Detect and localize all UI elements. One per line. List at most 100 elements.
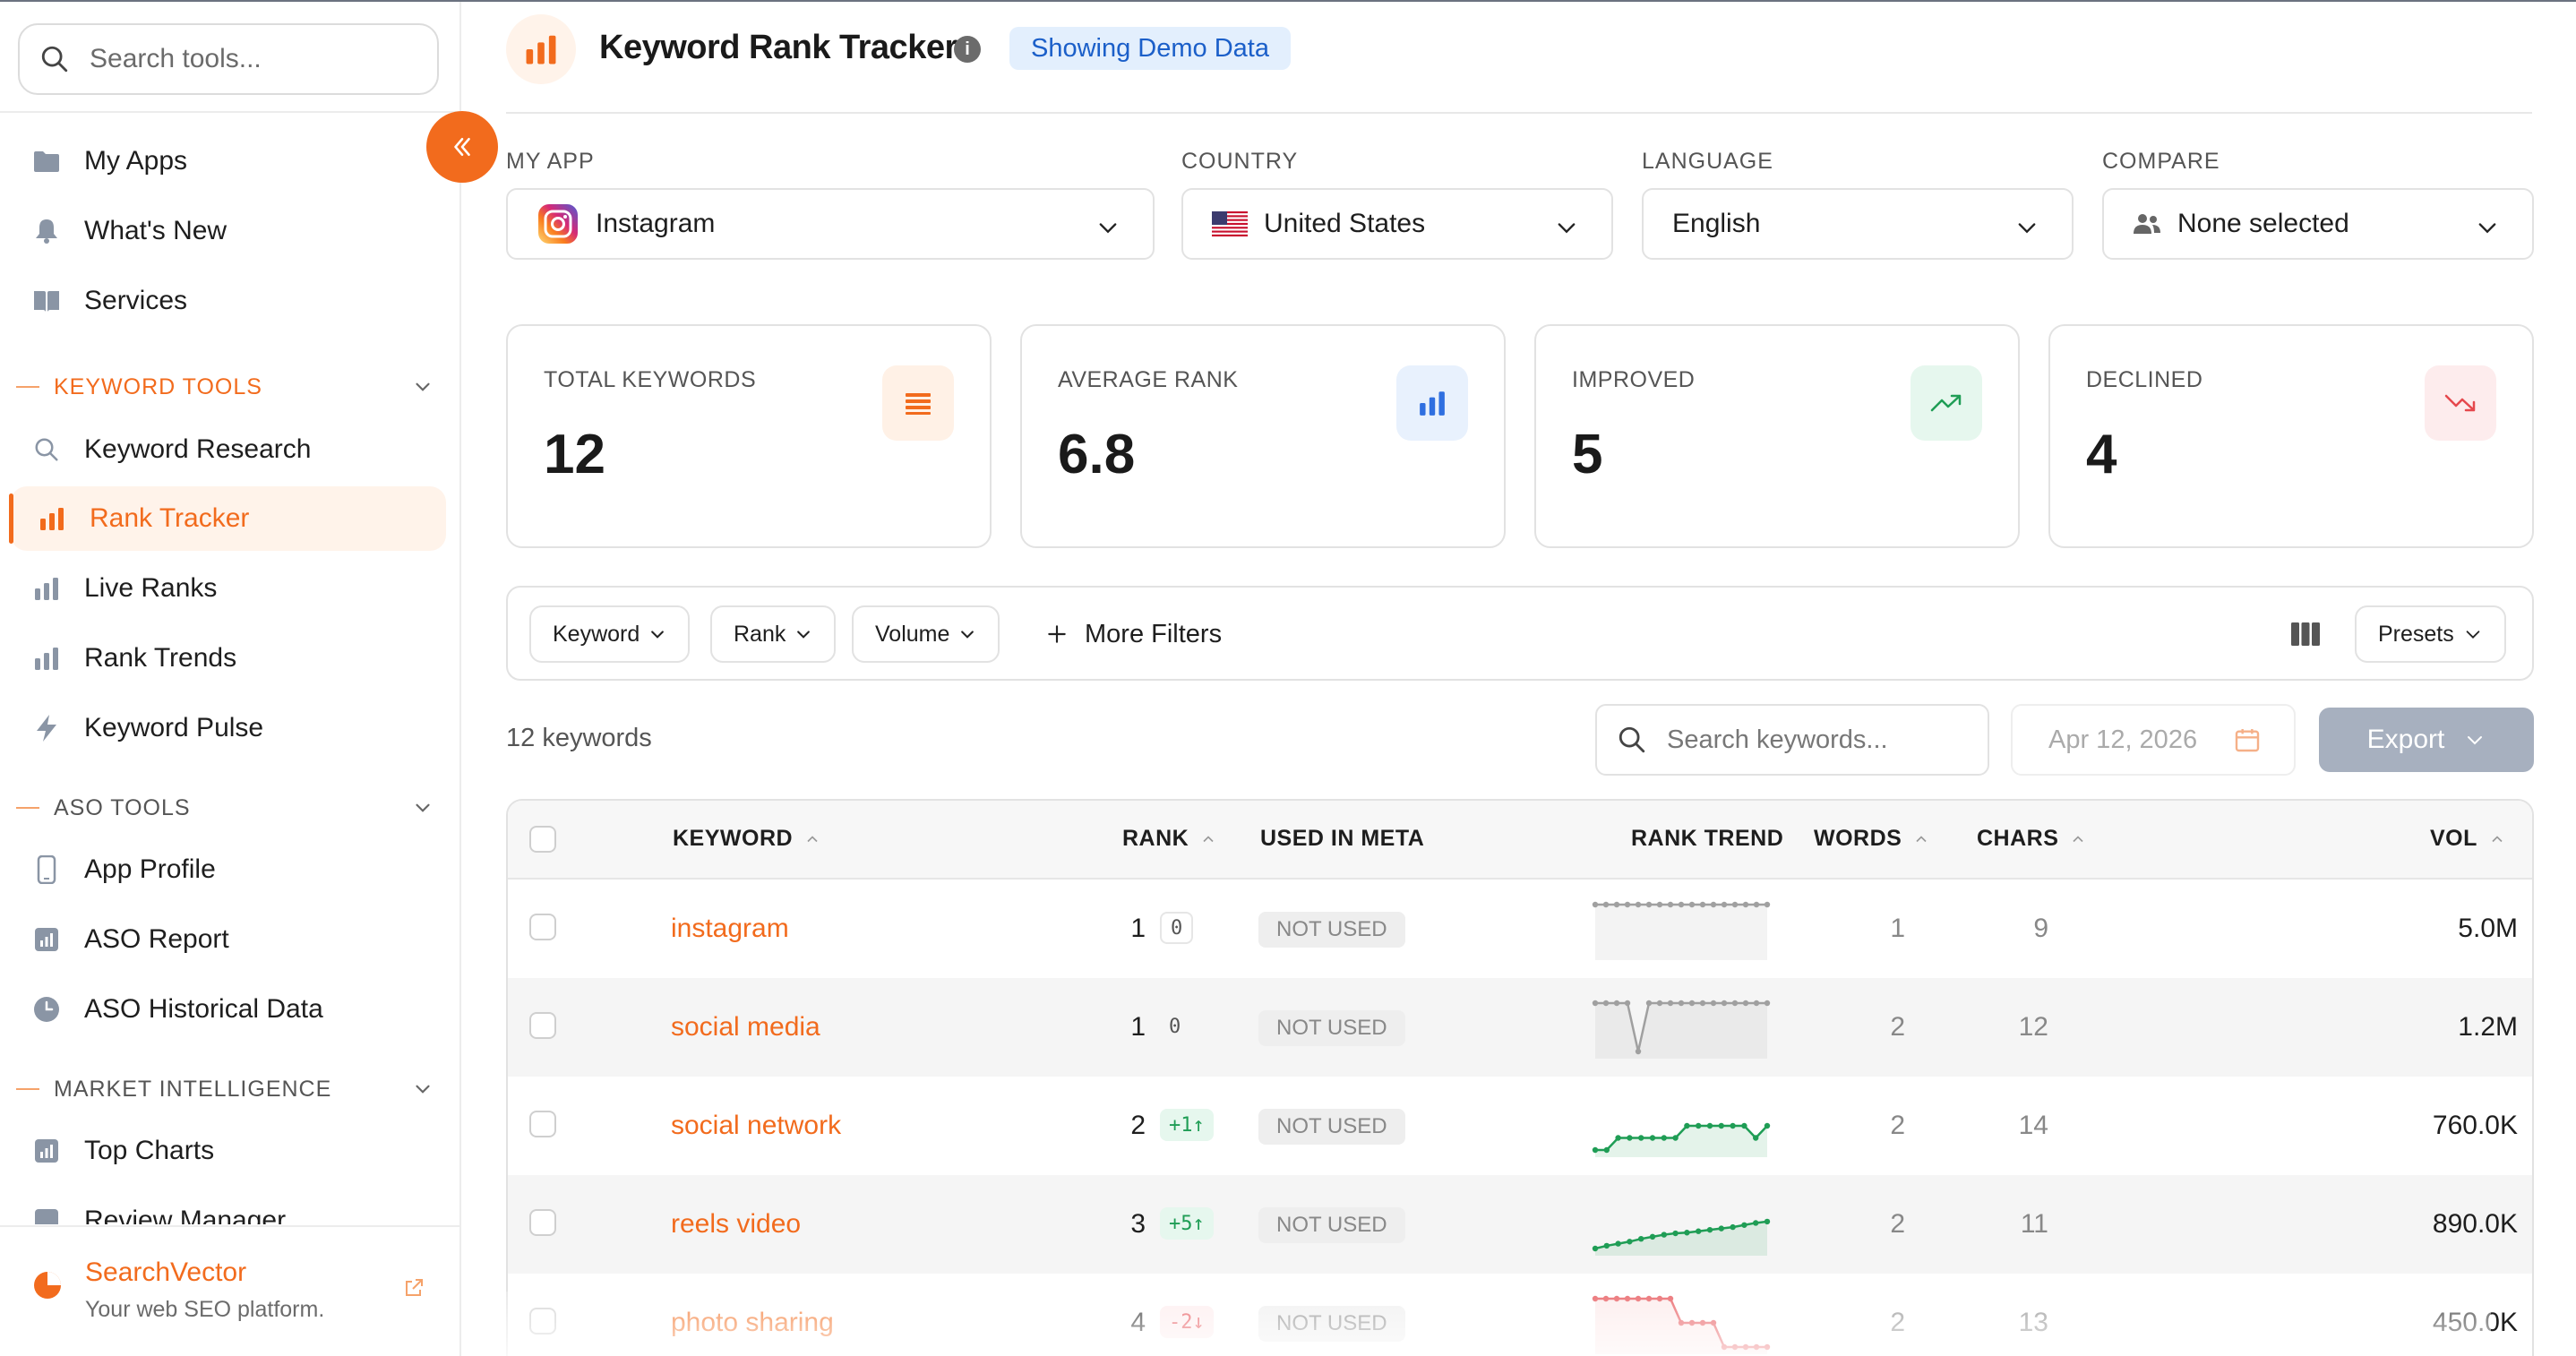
sparkline-point — [1645, 901, 1653, 908]
table-row[interactable]: social network 2 +1↑ NOT USED 2 14 760.0K — [508, 1077, 2532, 1175]
presets-label: Presets — [2378, 621, 2454, 647]
sparkline-point — [1603, 1146, 1610, 1154]
sidebar-item-rank-trends[interactable]: Rank Trends — [0, 626, 461, 691]
sidebar-item-keyword-pulse[interactable]: Keyword Pulse — [0, 696, 461, 760]
sparkline-point — [1696, 1122, 1702, 1129]
filter-keyword-button[interactable]: Keyword — [529, 605, 691, 663]
my-app-select[interactable]: Instagram — [506, 188, 1155, 260]
collapse-sidebar-button[interactable] — [426, 111, 498, 183]
table-row[interactable]: instagram 1 0 NOT USED 1 9 5.0M — [508, 880, 2532, 978]
col-vol[interactable]: VOL — [2430, 826, 2506, 852]
col-chars[interactable]: CHARS — [1977, 826, 2087, 852]
keyword-link[interactable]: social media — [671, 1012, 820, 1043]
row-checkbox[interactable] — [529, 1012, 556, 1039]
list-icon — [882, 365, 954, 441]
sidebar-item-services[interactable]: Services — [0, 269, 461, 333]
search-icon — [32, 435, 61, 464]
rank-change-badge: +5↑ — [1160, 1207, 1214, 1240]
sparkline-point — [1730, 1122, 1736, 1129]
more-filters-button[interactable]: More Filters — [1045, 605, 1222, 663]
columns-icon[interactable] — [2290, 622, 2321, 647]
section-keyword-tools[interactable]: KEYWORD TOOLS — [0, 365, 461, 409]
language-select[interactable]: English — [1642, 188, 2074, 260]
sparkline-point — [1592, 901, 1599, 908]
sparkline-point — [1624, 901, 1631, 908]
col-keyword[interactable]: KEYWORD — [673, 826, 821, 852]
date-picker[interactable]: Apr 12, 2026 — [2011, 704, 2296, 776]
section-aso-tools[interactable]: ASO TOOLS — [0, 785, 461, 830]
sparkline-point — [1613, 1000, 1620, 1007]
stat-card-average-rank: AVERAGE RANK 6.8 — [1020, 324, 1506, 548]
sidebar-item-keyword-research[interactable]: Keyword Research — [0, 417, 461, 482]
select-all-checkbox[interactable] — [529, 826, 556, 853]
sidebar-item-label: Top Charts — [84, 1136, 215, 1165]
rank-change-badge: 0 — [1160, 912, 1194, 944]
sidebar-item-review-manager[interactable]: Review Manager — [0, 1189, 461, 1224]
stat-label: AVERAGE RANK — [1058, 367, 1239, 392]
bar-chart-icon — [32, 644, 61, 673]
sparkline-point — [1753, 901, 1760, 908]
sparkline-point — [1667, 1000, 1674, 1007]
presets-button[interactable]: Presets — [2355, 605, 2506, 663]
page-title: Keyword Rank Tracker — [599, 29, 957, 66]
words-value: 2 — [1890, 1209, 1905, 1239]
table-row[interactable]: reels video 3 +5↑ NOT USED 2 11 890.0K — [508, 1175, 2532, 1274]
row-checkbox[interactable] — [529, 914, 556, 940]
sidebar-item-app-profile[interactable]: App Profile — [0, 837, 461, 902]
col-label: KEYWORD — [673, 826, 794, 851]
sparkline-point — [1603, 1242, 1610, 1249]
sidebar-item-my-apps[interactable]: My Apps — [0, 129, 461, 193]
col-label: VOL — [2430, 826, 2477, 851]
clock-icon — [32, 995, 61, 1024]
sparkline-area — [1595, 1003, 1767, 1059]
sparkline-point — [1706, 1226, 1713, 1233]
col-label: RANK TREND — [1631, 826, 1784, 851]
users-icon — [2134, 214, 2160, 234]
sidebar-item-live-ranks[interactable]: Live Ranks — [0, 556, 461, 621]
brand-name[interactable]: SearchVector — [85, 1257, 246, 1288]
stat-label: DECLINED — [2086, 367, 2203, 392]
keyword-link[interactable]: reels video — [671, 1209, 801, 1240]
compare-select[interactable]: None selected — [2102, 188, 2534, 260]
sparkline-point — [1602, 1000, 1610, 1007]
export-button[interactable]: Export — [2319, 708, 2534, 772]
col-words[interactable]: WORDS — [1814, 826, 1930, 852]
keyword-link[interactable]: instagram — [671, 914, 789, 944]
sparkline-point — [1624, 1000, 1631, 1007]
keyword-link[interactable]: social network — [671, 1111, 841, 1141]
trend-up-icon — [1911, 365, 1982, 441]
us-flag-icon — [1212, 211, 1248, 236]
col-label: WORDS — [1814, 826, 1902, 851]
chevron-down-icon — [416, 382, 430, 391]
plus-icon — [1048, 625, 1066, 643]
sparkline-point — [1592, 1000, 1599, 1007]
compare-label: COMPARE — [2102, 149, 2220, 174]
table-row[interactable]: social media 1 0 NOT USED 2 12 1.2M — [508, 978, 2532, 1077]
sparkline-point — [1710, 1000, 1717, 1007]
col-rank[interactable]: RANK — [1122, 826, 1217, 852]
col-label: RANK — [1122, 826, 1189, 851]
tool-search-input[interactable]: Search tools... — [18, 23, 439, 95]
row-checkbox[interactable] — [529, 1209, 556, 1236]
sidebar-item-top-charts[interactable]: Top Charts — [0, 1119, 461, 1183]
info-icon[interactable]: i — [954, 36, 981, 63]
sidebar-item-aso-report[interactable]: ASO Report — [0, 907, 461, 972]
bar-chart-icon — [38, 504, 66, 533]
sparkline-point — [1699, 1000, 1706, 1007]
country-select[interactable]: United States — [1181, 188, 1613, 260]
sidebar-item-whats-new[interactable]: What's New — [0, 199, 461, 263]
section-market-intelligence[interactable]: MARKET INTELLIGENCE — [0, 1067, 461, 1111]
sidebar-item-rank-tracker[interactable]: Rank Tracker — [9, 486, 446, 551]
sparkline-point — [1627, 1239, 1633, 1245]
sidebar-item-aso-historical[interactable]: ASO Historical Data — [0, 977, 461, 1042]
pill-label: Volume — [875, 621, 950, 647]
filter-volume-button[interactable]: Volume — [852, 605, 1000, 663]
sparkline-point — [1684, 1230, 1690, 1236]
keyword-search-input[interactable]: Search keywords... — [1595, 704, 1989, 776]
filter-rank-button[interactable]: Rank — [710, 605, 837, 663]
meta-status-badge: NOT USED — [1258, 1010, 1405, 1046]
row-checkbox[interactable] — [529, 1111, 556, 1137]
sparkline-point — [1613, 901, 1620, 908]
date-value: Apr 12, 2026 — [2048, 725, 2198, 754]
external-link-icon[interactable] — [403, 1277, 425, 1299]
